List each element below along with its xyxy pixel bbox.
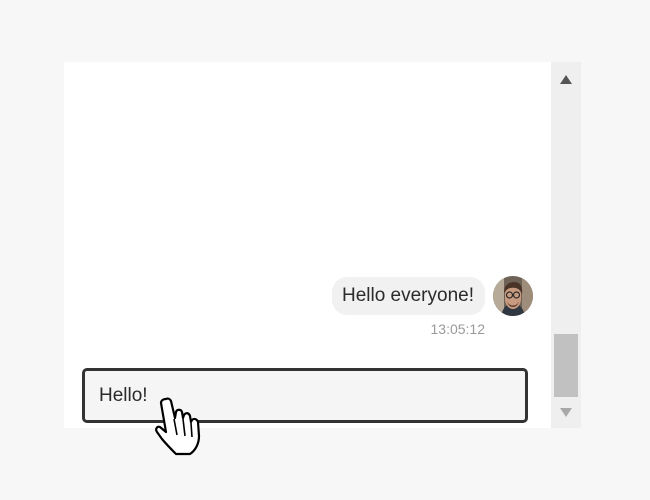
message-list: Hello everyone! 13:05:12 — [64, 62, 551, 368]
message-input[interactable] — [99, 371, 511, 420]
scrollbar-thumb[interactable] — [554, 334, 578, 397]
message-bubble: Hello everyone! — [331, 277, 485, 315]
avatar-photo-icon — [493, 276, 533, 316]
message-row: Hello everyone! — [331, 276, 533, 316]
triangle-up-icon[interactable] — [551, 62, 581, 96]
message-timestamp: 13:05:12 — [430, 321, 486, 337]
triangle-down-icon[interactable] — [551, 398, 581, 428]
chat-window: Hello everyone! 13:05:12 — [64, 62, 581, 428]
user-avatar — [493, 276, 533, 316]
message-composer[interactable] — [82, 368, 528, 423]
vertical-scrollbar[interactable] — [551, 62, 581, 428]
